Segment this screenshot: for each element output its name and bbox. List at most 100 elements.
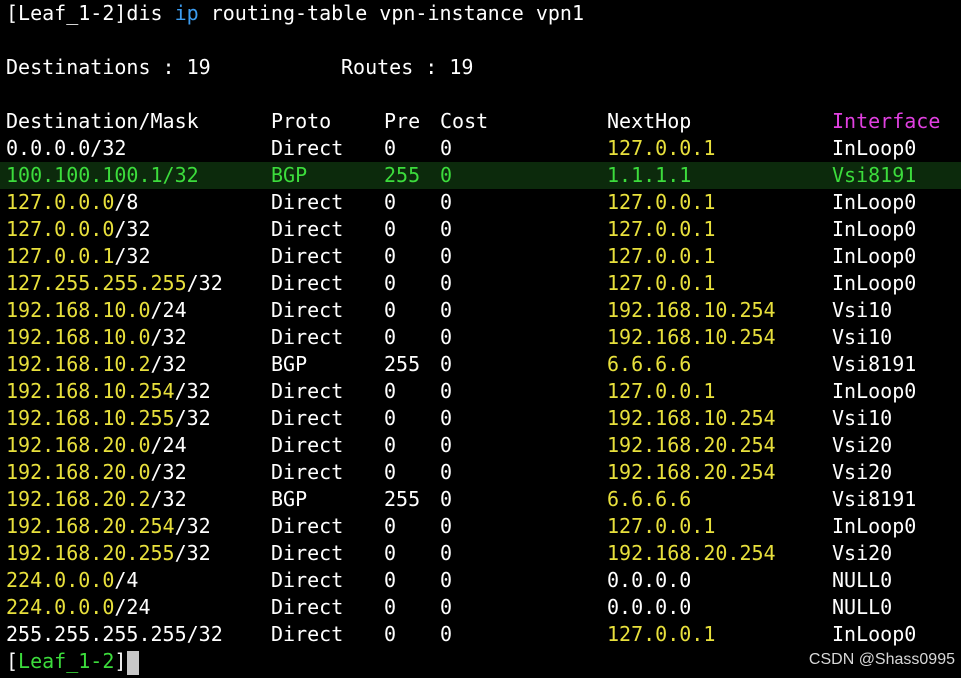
route-mask: /32 — [90, 136, 127, 160]
routes-label: Routes : — [341, 55, 450, 79]
table-row: 192.168.10.255/32 Direct 0 0 192.168.10.254 V… — [0, 405, 961, 432]
command-line: [Leaf_1-2]dis ip routing-table vpn-insta… — [6, 0, 584, 27]
prompt-bracket-open: [ — [6, 649, 19, 673]
route-nexthop: 192.168.20.254 — [607, 433, 776, 457]
route-address: 192.168.10.0 — [6, 325, 151, 349]
route-address: 224.0.0.0 — [6, 568, 115, 592]
route-interface: InLoop0 — [832, 379, 917, 403]
header-nexthop: NextHop — [607, 109, 692, 133]
route-mask: /24 — [150, 298, 187, 322]
route-proto: Direct — [271, 514, 344, 538]
route-address: 192.168.20.0 — [6, 433, 151, 457]
route-address: 224.0.0.0 — [6, 595, 115, 619]
route-cost: 0 — [440, 352, 453, 376]
prompt-bracket-close: ] — [114, 649, 127, 673]
table-row-highlighted: 100.100.100.1/32 BGP 255 0 1.1.1.1 Vsi8191 — [0, 162, 961, 189]
route-proto: Direct — [271, 460, 344, 484]
route-proto: BGP — [271, 487, 308, 511]
route-destination: 192.168.20.0/32 — [6, 459, 187, 486]
route-cost: 0 — [440, 244, 453, 268]
route-proto: Direct — [271, 433, 344, 457]
routes-count: 19 — [449, 55, 474, 79]
route-interface: InLoop0 — [832, 190, 917, 214]
route-interface: Vsi10 — [832, 406, 893, 430]
route-interface: InLoop0 — [832, 217, 917, 241]
route-interface: InLoop0 — [832, 271, 917, 295]
route-address: 192.168.10.2 — [6, 352, 151, 376]
route-mask: /24 — [150, 433, 187, 457]
route-cost: 0 — [440, 298, 453, 322]
route-proto: Direct — [271, 244, 344, 268]
route-interface: Vsi20 — [832, 460, 893, 484]
route-address: 255.255.255.255 — [6, 622, 187, 646]
route-cost: 0 — [440, 541, 453, 565]
route-nexthop: 127.0.0.1 — [607, 379, 716, 403]
table-row: 192.168.20.2/32 BGP 255 0 6.6.6.6 Vsi8191 — [0, 486, 961, 513]
route-pre: 0 — [384, 460, 397, 484]
route-nexthop: 127.0.0.1 — [607, 244, 716, 268]
route-interface: Vsi10 — [832, 325, 893, 349]
route-interface: Vsi10 — [832, 298, 893, 322]
route-cost: 0 — [440, 568, 453, 592]
table-row: 192.168.20.255/32 Direct 0 0 192.168.20.254 V… — [0, 540, 961, 567]
route-nexthop: 192.168.20.254 — [607, 460, 776, 484]
prompt-hostname: Leaf_1-2 — [18, 649, 115, 673]
route-interface: InLoop0 — [832, 622, 917, 646]
route-destination: 192.168.10.254/32 — [6, 378, 211, 405]
route-mask: /32 — [186, 622, 223, 646]
table-row: 127.0.0.0/32 Direct 0 0 127.0.0.1 InLoop0 — [0, 216, 961, 243]
route-pre: 0 — [384, 568, 397, 592]
route-address: 192.168.10.254 — [6, 379, 175, 403]
table-header: Destination/Mask Proto Pre Cost NextHop … — [0, 108, 961, 135]
route-address: 192.168.20.0 — [6, 460, 151, 484]
table-row: 224.0.0.0/24 Direct 0 0 0.0.0.0 NULL0 — [0, 594, 961, 621]
table-row: 192.168.10.0/32 Direct 0 0 192.168.10.254 Vsi… — [0, 324, 961, 351]
route-mask: /32 — [174, 514, 211, 538]
route-nexthop: 0.0.0.0 — [607, 595, 692, 619]
route-pre: 0 — [384, 433, 397, 457]
route-mask: /32 — [174, 406, 211, 430]
route-pre: 0 — [384, 271, 397, 295]
route-destination: 192.168.10.0/24 — [6, 297, 187, 324]
table-row: 192.168.10.0/24 Direct 0 0 192.168.10.254 Vsi… — [0, 297, 961, 324]
terminal-window[interactable]: [Leaf_1-2]dis ip routing-table vpn-insta… — [0, 0, 961, 678]
header-proto: Proto — [271, 109, 332, 133]
route-proto: Direct — [271, 136, 344, 160]
route-proto: Direct — [271, 217, 344, 241]
route-destination: 127.0.0.0/8 — [6, 189, 138, 216]
route-mask: /24 — [114, 595, 151, 619]
route-mask: /32 — [150, 325, 187, 349]
input-prompt-line[interactable]: [Leaf_1-2] — [6, 648, 140, 675]
route-nexthop: 0.0.0.0 — [607, 568, 692, 592]
header-destination: Destination/Mask — [6, 109, 199, 133]
route-pre: 0 — [384, 514, 397, 538]
route-nexthop: 127.0.0.1 — [607, 136, 716, 160]
route-pre: 0 — [384, 217, 397, 241]
route-proto: Direct — [271, 406, 344, 430]
route-proto: Direct — [271, 622, 344, 646]
route-address: 100.100.100.1 — [6, 163, 163, 187]
route-destination: 192.168.10.2/32 — [6, 351, 187, 378]
table-row: 224.0.0.0/4 Direct 0 0 0.0.0.0 NULL0 — [0, 567, 961, 594]
route-pre: 255 — [384, 352, 421, 376]
route-mask: /32 — [150, 352, 187, 376]
table-row: 255.255.255.255/32 Direct 0 0 127.0.0.1 InLoo… — [0, 621, 961, 648]
route-destination: 192.168.20.254/32 — [6, 513, 211, 540]
route-cost: 0 — [440, 514, 453, 538]
route-cost: 0 — [440, 271, 453, 295]
route-nexthop: 127.0.0.1 — [607, 271, 716, 295]
command-text: dis — [126, 1, 175, 25]
table-row: 192.168.10.2/32 BGP 255 0 6.6.6.6 Vsi8191 — [0, 351, 961, 378]
route-interface: Vsi8191 — [832, 352, 917, 376]
route-proto: Direct — [271, 568, 344, 592]
route-nexthop: 127.0.0.1 — [607, 190, 716, 214]
route-destination: 127.0.0.1/32 — [6, 243, 151, 270]
route-mask: /32 — [114, 244, 151, 268]
route-proto: Direct — [271, 298, 344, 322]
route-interface: NULL0 — [832, 595, 893, 619]
route-mask: /32 — [186, 271, 223, 295]
table-row: 127.255.255.255/32 Direct 0 0 127.0.0.1 InLoo… — [0, 270, 961, 297]
route-destination: 192.168.10.255/32 — [6, 405, 211, 432]
route-interface: Vsi8191 — [832, 163, 917, 187]
route-destination: 192.168.10.0/32 — [6, 324, 187, 351]
